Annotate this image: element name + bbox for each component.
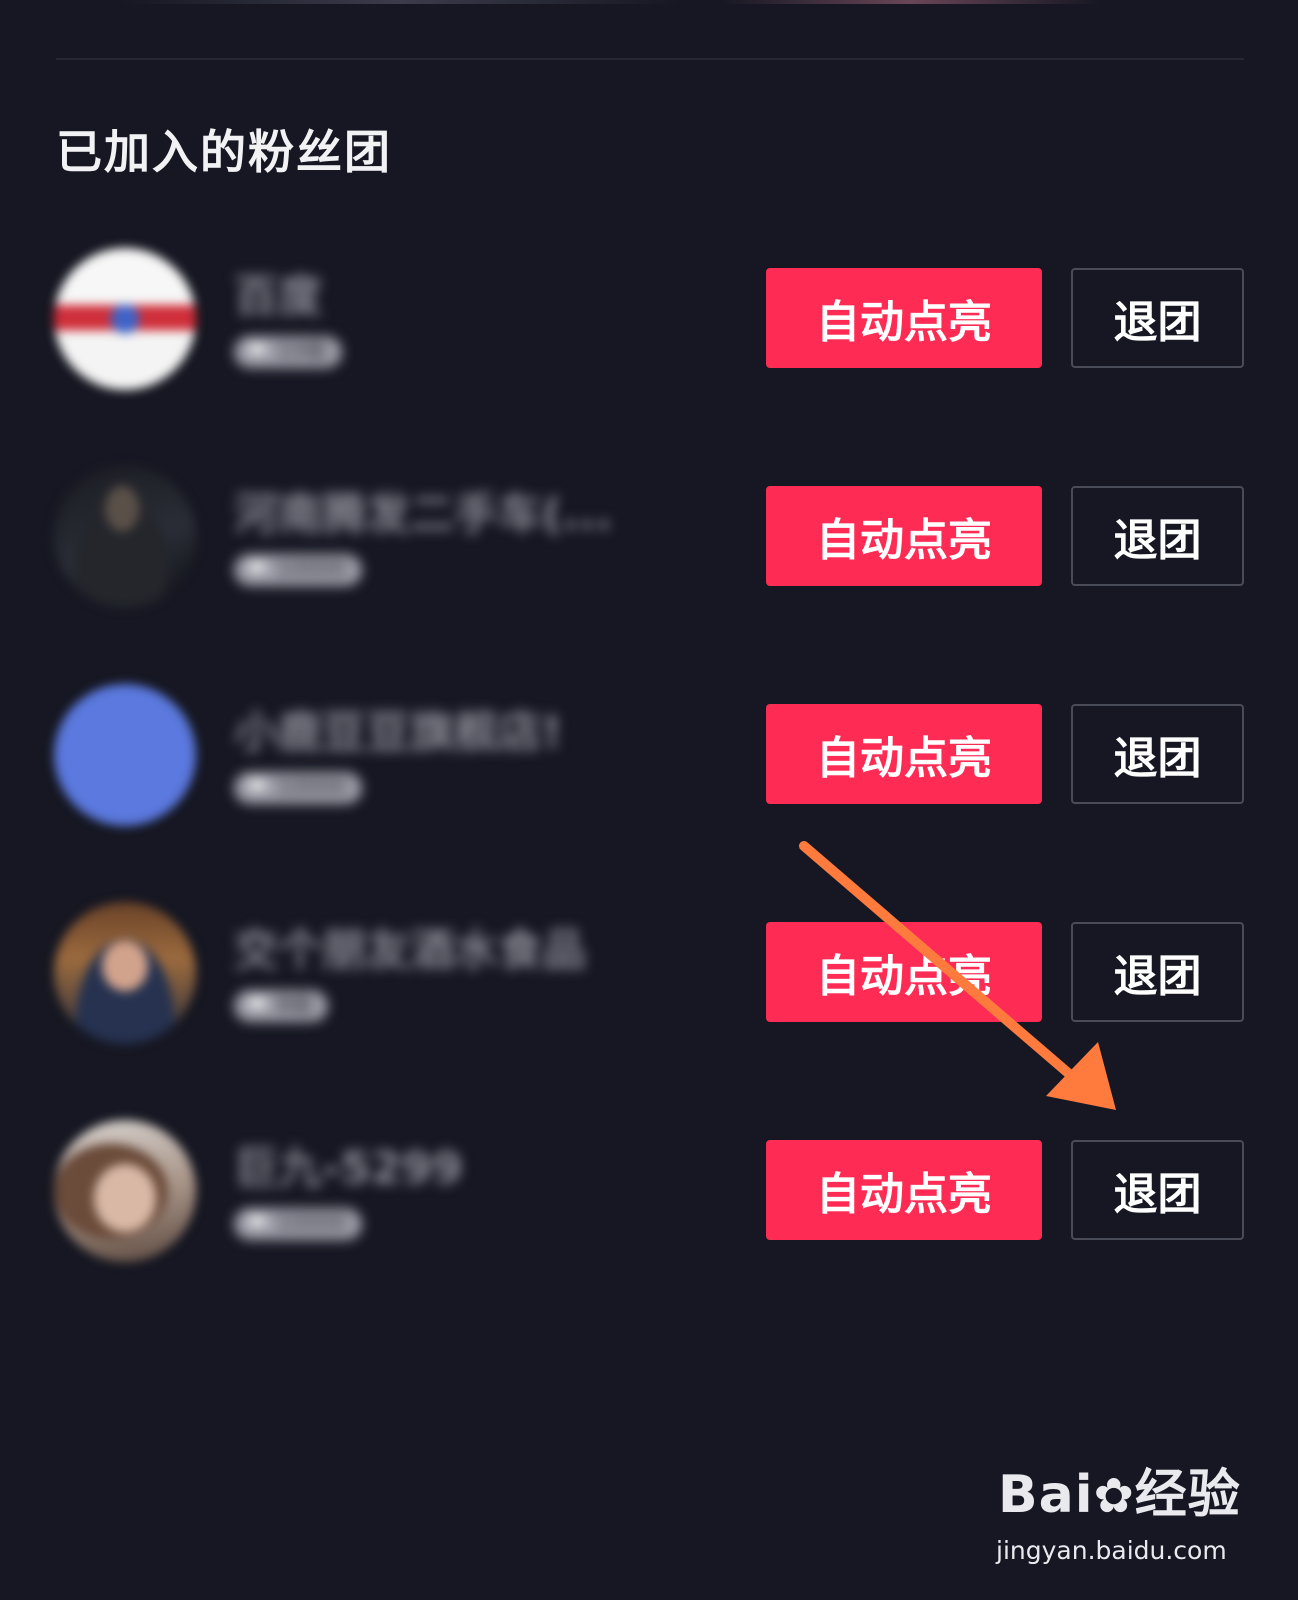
fan-club-row: 交个朋友酒水食品 ❤ 8级 自动点亮 退团 bbox=[0, 892, 1298, 1052]
fan-club-name: 百度 bbox=[234, 271, 322, 322]
fan-level-text: 10000 bbox=[276, 1211, 347, 1236]
fan-club-list: 百度 ❤ 10级 自动点亮 退团 河南腾发二手车(... ❤ 10000 自动点亮 … bbox=[0, 0, 1298, 1600]
avatar[interactable] bbox=[54, 684, 196, 826]
watermark-url: jingyan.baidu.com bbox=[996, 1536, 1227, 1565]
fan-club-name: 河南腾发二手车(... bbox=[234, 489, 613, 540]
quit-club-button[interactable]: 退团 bbox=[1071, 704, 1244, 804]
avatar[interactable] bbox=[54, 902, 196, 1044]
fan-club-name: 交个朋友酒水食品 bbox=[234, 925, 586, 976]
fan-club-row: 河南腾发二手车(... ❤ 10000 自动点亮 退团 bbox=[0, 456, 1298, 616]
fan-level-text: 10级 bbox=[276, 339, 327, 364]
fan-level-badge: ❤ 10000 bbox=[234, 1208, 363, 1240]
baidu-jingyan-watermark: Bai✿经验 jingyan.baidu.com bbox=[990, 1452, 1250, 1572]
fan-club-row: 小鹿豆豆旗舰店! ❤ 10000 自动点亮 退团 bbox=[0, 674, 1298, 834]
fan-club-row: 巨九-5299 ❤ 10000 自动点亮 退团 bbox=[0, 1110, 1298, 1270]
quit-club-button[interactable]: 退团 bbox=[1071, 486, 1244, 586]
fan-club-name: 巨九-5299 bbox=[234, 1143, 463, 1194]
auto-light-button[interactable]: 自动点亮 bbox=[766, 268, 1042, 368]
heart-icon: ❤ bbox=[248, 557, 267, 582]
heart-icon: ❤ bbox=[248, 775, 267, 800]
fan-level-text: 8级 bbox=[276, 993, 313, 1018]
avatar[interactable] bbox=[54, 248, 196, 390]
avatar[interactable] bbox=[54, 1120, 196, 1262]
avatar[interactable] bbox=[54, 466, 196, 608]
quit-club-button[interactable]: 退团 bbox=[1071, 922, 1244, 1022]
fan-club-name: 小鹿豆豆旗舰店! bbox=[234, 707, 563, 758]
fan-level-badge: ❤ 10000 bbox=[234, 772, 363, 804]
paw-icon: ✿ bbox=[1093, 1468, 1135, 1524]
fan-club-row: 百度 ❤ 10级 自动点亮 退团 bbox=[0, 238, 1298, 398]
auto-light-button[interactable]: 自动点亮 bbox=[766, 704, 1042, 804]
auto-light-button[interactable]: 自动点亮 bbox=[766, 486, 1042, 586]
auto-light-button[interactable]: 自动点亮 bbox=[766, 1140, 1042, 1240]
quit-club-button[interactable]: 退团 bbox=[1071, 268, 1244, 368]
fan-level-badge: ❤ 10级 bbox=[234, 336, 343, 368]
fan-level-badge: ❤ 8级 bbox=[234, 990, 329, 1022]
quit-club-button[interactable]: 退团 bbox=[1071, 1140, 1244, 1240]
heart-icon: ❤ bbox=[248, 993, 267, 1018]
heart-icon: ❤ bbox=[248, 339, 267, 364]
fan-level-badge: ❤ 10000 bbox=[234, 554, 363, 586]
auto-light-button[interactable]: 自动点亮 bbox=[766, 922, 1042, 1022]
fan-level-text: 10000 bbox=[276, 557, 347, 582]
baidu-logo: Bai✿经验 bbox=[998, 1465, 1241, 1525]
fan-level-text: 10000 bbox=[276, 775, 347, 800]
heart-icon: ❤ bbox=[248, 1211, 267, 1236]
